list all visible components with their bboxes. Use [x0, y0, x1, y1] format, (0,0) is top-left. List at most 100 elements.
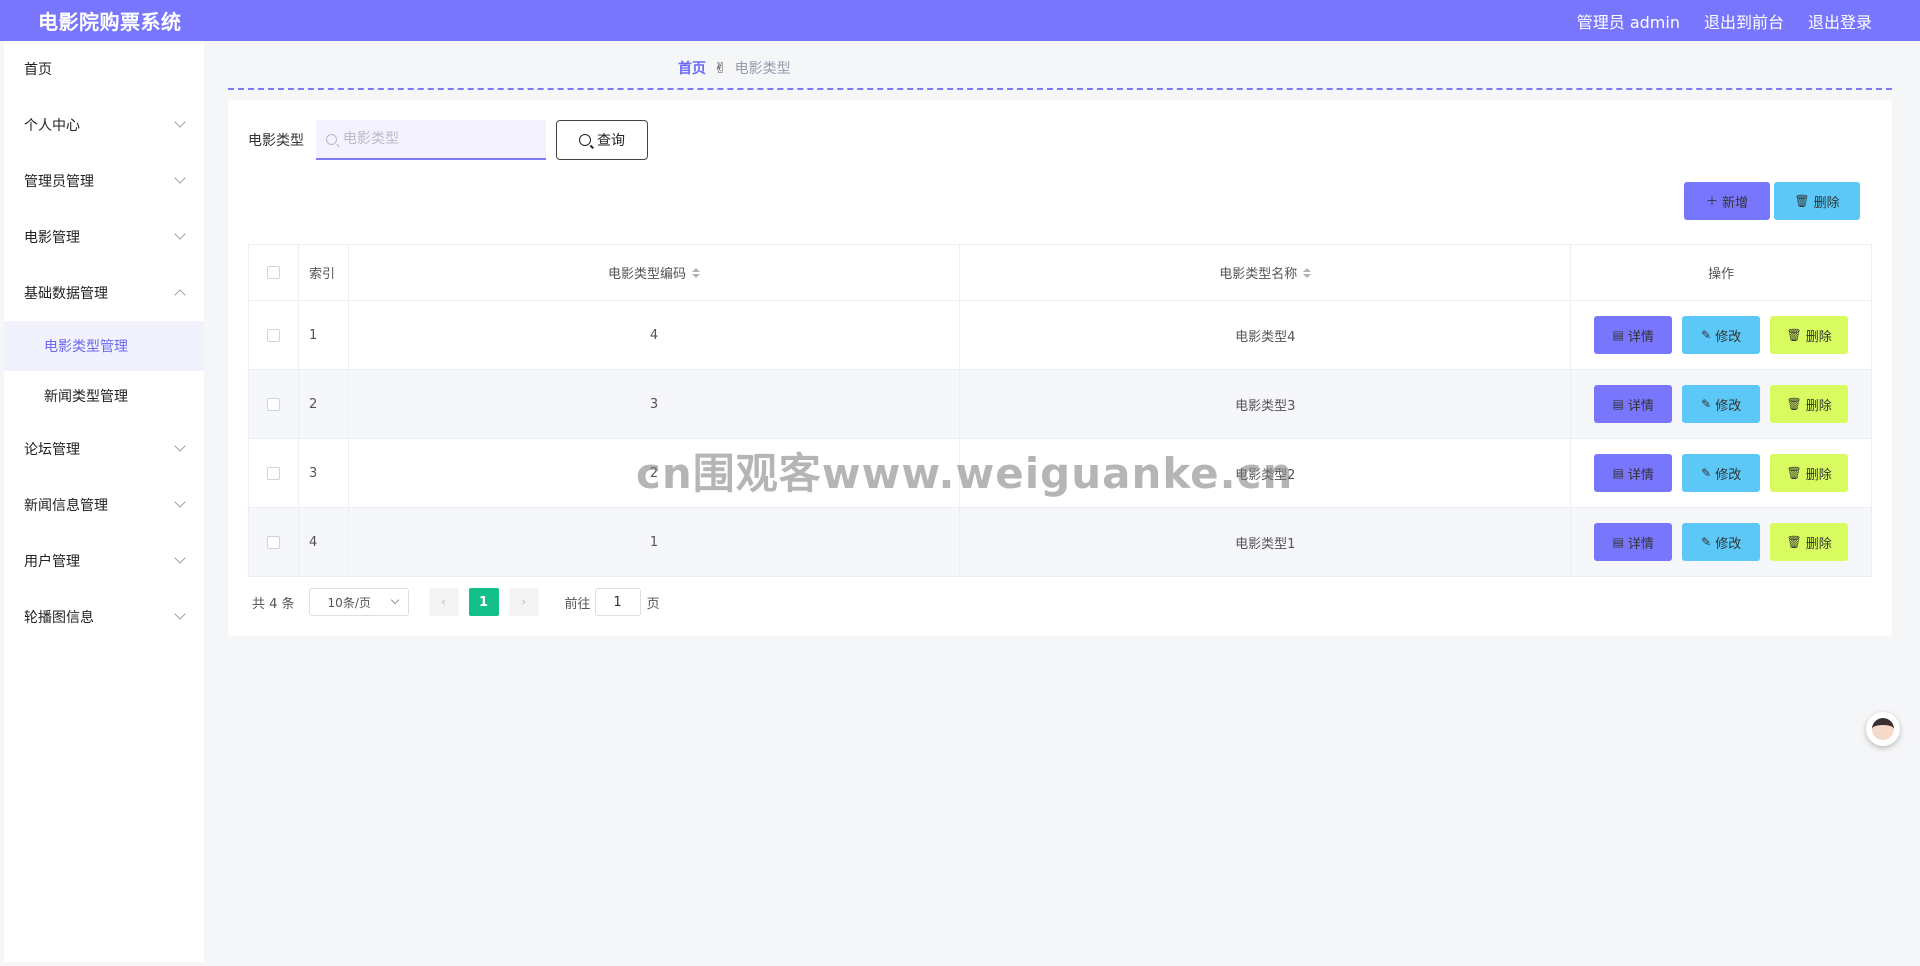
sidebar-item-movie-management[interactable]: 电影管理	[4, 209, 204, 265]
sidebar-item-label: 管理员管理	[24, 174, 94, 190]
top-header: 电影院购票系统 管理员 admin 退出到前台 退出登录	[0, 0, 1920, 41]
sidebar-item-personal-center[interactable]: 个人中心	[4, 97, 204, 153]
header-actions: 管理员 admin 退出到前台 退出登录	[1577, 9, 1872, 33]
trash-icon: 🗑	[1794, 194, 1810, 208]
chevron-down-icon	[390, 595, 399, 605]
content-card: 电影类型 查询 ＋ 新增 🗑 删除 索引 电影类型编码 电影类型名称	[228, 100, 1892, 636]
sidebar-item-users[interactable]: 用户管理	[4, 533, 204, 589]
chevron-down-icon	[174, 116, 186, 128]
next-page-button[interactable]: ›	[508, 588, 539, 616]
row-check-cell	[249, 370, 299, 438]
page-size-value: 10条/页	[327, 595, 371, 610]
sidebar-item-label: 用户管理	[24, 554, 80, 570]
breadcrumb-divider	[228, 88, 1892, 90]
sidebar-item-home[interactable]: 首页	[4, 41, 204, 97]
pencil-icon: ✎	[1701, 328, 1712, 342]
table-header: 索引 电影类型编码 电影类型名称 操作	[249, 245, 1871, 300]
search-input[interactable]	[343, 131, 533, 147]
delete-button[interactable]: 🗑 删除	[1770, 385, 1849, 423]
breadcrumb-home[interactable]: 首页	[678, 58, 706, 78]
detail-button[interactable]: ▤ 详情	[1594, 454, 1673, 492]
header-code[interactable]: 电影类型编码	[349, 245, 961, 300]
chevron-down-icon	[174, 172, 186, 184]
delete-label: 删除	[1805, 398, 1832, 414]
edit-label: 修改	[1715, 398, 1742, 414]
sort-icon[interactable]	[692, 267, 701, 278]
batch-delete-label: 删除	[1813, 195, 1840, 211]
edit-button[interactable]: ✎ 修改	[1682, 385, 1761, 423]
document-icon: ▤	[1612, 397, 1624, 411]
row-checkbox[interactable]	[266, 535, 280, 549]
batch-delete-button[interactable]: 🗑 删除	[1774, 182, 1860, 220]
detail-button[interactable]: ▤ 详情	[1594, 316, 1673, 354]
delete-button[interactable]: 🗑 删除	[1770, 316, 1849, 354]
row-index: 1	[299, 301, 349, 369]
table-row: 1 4 电影类型4 ▤ 详情 ✎ 修改 🗑 删除	[249, 300, 1871, 369]
breadcrumb-current: 电影类型	[734, 61, 791, 77]
query-button-label: 查询	[597, 133, 625, 149]
delete-label: 删除	[1805, 329, 1832, 345]
prev-page-button[interactable]: ‹	[428, 588, 459, 616]
table-row: 3 2 电影类型2 ▤ 详情 ✎ 修改 🗑 删除	[249, 438, 1871, 507]
sidebar-item-admin-management[interactable]: 管理员管理	[4, 153, 204, 209]
header-code-label: 电影类型编码	[608, 267, 687, 282]
chevron-down-icon	[174, 440, 186, 452]
chevron-down-icon	[174, 228, 186, 240]
pencil-icon: ✎	[1701, 535, 1712, 549]
sidebar: 首页 个人中心 管理员管理 电影管理 基础数据管理 电影类型管理 新闻类型管理 …	[4, 41, 204, 962]
select-all-checkbox[interactable]	[266, 266, 280, 279]
header-name[interactable]: 电影类型名称	[960, 245, 1572, 300]
chevron-right-icon: ›	[520, 594, 527, 610]
current-user-label: 管理员 admin	[1576, 12, 1680, 32]
row-check-cell	[249, 301, 299, 369]
header-index: 索引	[299, 245, 349, 300]
goto-page-input[interactable]	[594, 588, 641, 616]
sidebar-item-label: 新闻信息管理	[24, 498, 108, 514]
edit-label: 修改	[1715, 467, 1742, 483]
sidebar-item-news-info[interactable]: 新闻信息管理	[4, 477, 204, 533]
goto-prefix: 前往	[564, 596, 591, 612]
edit-button[interactable]: ✎ 修改	[1682, 454, 1761, 492]
row-checkbox[interactable]	[266, 328, 280, 342]
data-table: 索引 电影类型编码 电影类型名称 操作 1 4 电影类型4 ▤ 详情 ✎ 修改 🗑 删…	[248, 244, 1872, 577]
sidebar-item-basic-data[interactable]: 基础数据管理	[4, 265, 204, 321]
sidebar-item-movie-type[interactable]: 电影类型管理	[4, 321, 204, 371]
sidebar-item-label: 个人中心	[24, 118, 80, 134]
edit-button[interactable]: ✎ 修改	[1682, 316, 1761, 354]
sidebar-item-carousel[interactable]: 轮播图信息	[4, 589, 204, 645]
sidebar-item-label: 电影管理	[24, 230, 80, 246]
add-button[interactable]: ＋ 新增	[1684, 182, 1770, 220]
edit-label: 修改	[1715, 329, 1742, 345]
logout-link[interactable]: 退出登录	[1808, 9, 1872, 33]
page-size-select[interactable]: 10条/页	[308, 588, 409, 616]
delete-button[interactable]: 🗑 删除	[1770, 523, 1849, 561]
edit-button[interactable]: ✎ 修改	[1682, 523, 1761, 561]
query-button[interactable]: 查询	[556, 120, 648, 160]
trash-icon: 🗑	[1786, 466, 1802, 480]
back-to-front-link[interactable]: 退出到前台	[1704, 9, 1784, 33]
page-number-current[interactable]: 1	[468, 588, 499, 616]
filter-label: 电影类型	[248, 133, 304, 149]
detail-button[interactable]: ▤ 详情	[1594, 385, 1673, 423]
row-ops: ▤ 详情 ✎ 修改 🗑 删除	[1571, 508, 1871, 576]
document-icon: ▤	[1612, 328, 1624, 342]
row-checkbox[interactable]	[266, 466, 280, 480]
sort-icon[interactable]	[1303, 267, 1312, 278]
header-check-cell	[249, 245, 299, 300]
delete-button[interactable]: 🗑 删除	[1770, 454, 1849, 492]
row-name: 电影类型4	[960, 301, 1572, 369]
search-icon	[326, 133, 337, 145]
add-button-label: 新增	[1722, 195, 1749, 211]
sidebar-item-label: 基础数据管理	[24, 286, 108, 302]
edit-label: 修改	[1715, 536, 1742, 552]
detail-button[interactable]: ▤ 详情	[1594, 523, 1673, 561]
sidebar-item-news-type[interactable]: 新闻类型管理	[4, 371, 204, 421]
row-index: 3	[299, 439, 349, 507]
floating-avatar[interactable]	[1866, 712, 1900, 746]
sidebar-item-forum[interactable]: 论坛管理	[4, 421, 204, 477]
header-name-label: 电影类型名称	[1219, 267, 1298, 282]
sidebar-item-label: 电影类型管理	[44, 339, 128, 355]
row-checkbox[interactable]	[266, 397, 280, 411]
row-index: 4	[299, 508, 349, 576]
row-name: 电影类型3	[960, 370, 1572, 438]
